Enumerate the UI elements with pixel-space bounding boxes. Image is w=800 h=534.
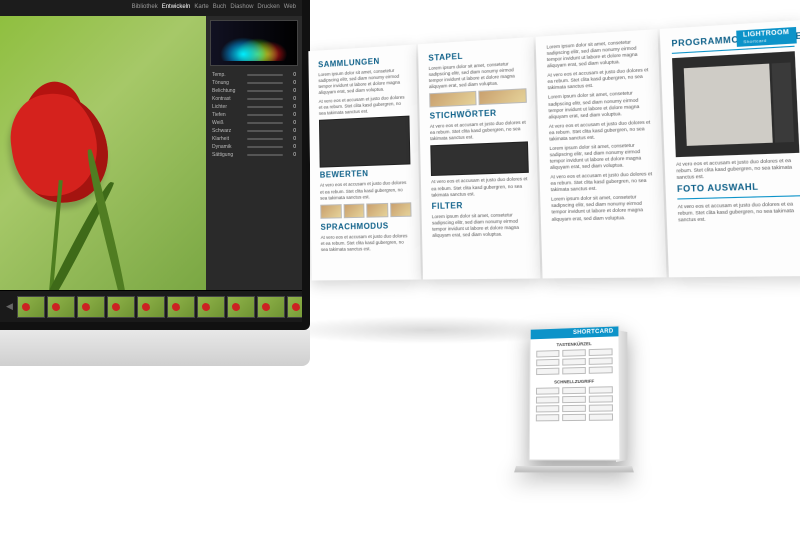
body-text: Lorem ipsum dolor sit amet, consetetur s… bbox=[318, 67, 409, 96]
body-text: Lorem ipsum dolor sit amet, consetetur s… bbox=[432, 211, 531, 238]
tent-title: SHORTCARD bbox=[531, 326, 619, 339]
tent-base bbox=[514, 466, 634, 472]
filmstrip-thumb[interactable] bbox=[197, 296, 225, 318]
slider-temp[interactable]: Temp.0 bbox=[212, 72, 296, 78]
main-photo-canvas[interactable] bbox=[0, 16, 206, 290]
table-row bbox=[536, 404, 613, 412]
body-text: At vero eos et accusam et justo duo dolo… bbox=[319, 95, 410, 118]
slider-shadows[interactable]: Tiefen0 bbox=[212, 112, 296, 118]
filmstrip-thumb[interactable] bbox=[107, 296, 135, 318]
slider-whites[interactable]: Weiß0 bbox=[212, 120, 296, 126]
slider-contrast[interactable]: Kontrast0 bbox=[212, 96, 296, 102]
reference-brochure: SAMMLUNGEN Lorem ipsum dolor sit amet, c… bbox=[308, 20, 800, 281]
module-tab-book[interactable]: Buch bbox=[213, 4, 227, 10]
tent-front: SHORTCARD TASTENKÜRZEL SCHNELLZUGRIFF bbox=[529, 325, 621, 460]
module-tab-map[interactable]: Karte bbox=[194, 4, 208, 10]
ui-screenshot-dark bbox=[430, 142, 529, 177]
brand-tab: LIGHTROOM Shortcard bbox=[736, 27, 797, 47]
table-row bbox=[536, 395, 613, 403]
heading-rule bbox=[677, 195, 800, 199]
body-text: At vero eos et accusam et justo duo dolo… bbox=[320, 180, 411, 201]
filmstrip-thumb[interactable] bbox=[167, 296, 195, 318]
histogram[interactable] bbox=[210, 20, 298, 66]
module-tab-library[interactable]: Bibliothek bbox=[132, 4, 158, 10]
heading-fotoauswahl: FOTO AUSWAHL bbox=[677, 181, 800, 194]
heading-filter: FILTER bbox=[432, 199, 530, 211]
filmstrip-thumb[interactable] bbox=[17, 296, 45, 318]
body-text: At vero eos et accusam et justo duo dolo… bbox=[678, 201, 800, 224]
monitor-bezel: Bibliothek Entwickeln Karte Buch Diashow… bbox=[0, 0, 310, 330]
tent-card: SHORTCARD TASTENKÜRZEL SCHNELLZUGRIFF bbox=[508, 326, 640, 486]
table-row bbox=[536, 413, 613, 421]
body-text: Lorem ipsum dolor sit amet, consetetur s… bbox=[548, 90, 652, 121]
module-tab-web[interactable]: Web bbox=[284, 4, 296, 10]
app-interface-screenshot bbox=[672, 51, 799, 157]
body-text: At vero eos et accusam et justo duo dolo… bbox=[321, 233, 413, 253]
body-text: Lorem ipsum dolor sit amet, consetetur s… bbox=[546, 38, 649, 69]
heading-sprachmodus: SPRACHMODUS bbox=[321, 220, 412, 231]
table-row bbox=[536, 357, 612, 366]
filmstrip-thumb[interactable] bbox=[77, 296, 105, 318]
imac-monitor: Bibliothek Entwickeln Karte Buch Diashow… bbox=[0, 0, 310, 390]
module-picker: Bibliothek Entwickeln Karte Buch Diashow… bbox=[0, 0, 302, 16]
slider-tint[interactable]: Tönung0 bbox=[212, 80, 296, 86]
brochure-page-3: Lorem ipsum dolor sit amet, consetetur s… bbox=[536, 29, 667, 278]
filmstrip-prev-icon[interactable]: ◀ bbox=[4, 301, 15, 312]
table-row bbox=[536, 386, 613, 394]
basic-sliders: Temp.0 Tönung0 Belichtung0 Kontrast0 Lic… bbox=[206, 70, 302, 290]
filmstrip-thumb[interactable] bbox=[137, 296, 165, 318]
body-text: At vero eos et accusam et justo duo dolo… bbox=[547, 67, 650, 92]
slider-blacks[interactable]: Schwarz0 bbox=[212, 128, 296, 134]
brochure-page-1: SAMMLUNGEN Lorem ipsum dolor sit amet, c… bbox=[308, 44, 421, 280]
slider-saturation[interactable]: Sättigung0 bbox=[212, 152, 296, 158]
filmstrip-thumb[interactable] bbox=[257, 296, 285, 318]
module-tab-print[interactable]: Drucken bbox=[257, 4, 279, 10]
slider-highlights[interactable]: Lichter0 bbox=[212, 104, 296, 110]
body-text: At vero eos et accusam et justo duo dolo… bbox=[676, 157, 800, 181]
tent-section-a: TASTENKÜRZEL bbox=[536, 340, 612, 347]
slider-vibrance[interactable]: Dynamik0 bbox=[212, 144, 296, 150]
slider-clarity[interactable]: Klarheit0 bbox=[212, 136, 296, 142]
slider-exposure[interactable]: Belichtung0 bbox=[212, 88, 296, 94]
monitor-chin bbox=[0, 330, 310, 366]
sample-thumb-row bbox=[429, 88, 527, 107]
ui-screenshot-dark bbox=[319, 116, 410, 168]
body-text: Lorem ipsum dolor sit amet, consetetur s… bbox=[429, 60, 527, 90]
develop-right-panel: Temp.0 Tönung0 Belichtung0 Kontrast0 Lic… bbox=[206, 16, 302, 290]
filmstrip-thumb[interactable] bbox=[227, 296, 255, 318]
filmstrip: ◀ ▶ bbox=[0, 290, 302, 322]
body-text: Lorem ipsum dolor sit amet, consetetur s… bbox=[549, 142, 653, 172]
body-text: Lorem ipsum dolor sit amet, consetetur s… bbox=[551, 194, 656, 223]
body-text: At vero eos et accusam et justo duo dolo… bbox=[431, 176, 529, 198]
body-text: At vero eos et accusam et justo duo dolo… bbox=[550, 171, 654, 194]
table-row bbox=[536, 366, 613, 375]
body-text: At vero eos et accusam et justo duo dolo… bbox=[430, 120, 528, 143]
brochure-page-2: STAPEL Lorem ipsum dolor sit amet, conse… bbox=[418, 37, 540, 280]
table-row bbox=[536, 348, 612, 357]
module-tab-slideshow[interactable]: Diashow bbox=[230, 4, 253, 10]
module-tab-develop[interactable]: Entwickeln bbox=[162, 4, 191, 10]
filmstrip-thumb[interactable] bbox=[47, 296, 75, 318]
tent-section-b: SCHNELLZUGRIFF bbox=[536, 378, 613, 385]
filmstrip-thumb[interactable] bbox=[287, 296, 302, 318]
brochure-page-4: LIGHTROOM Shortcard PROGRAMMOBERFLÄCHE A… bbox=[660, 20, 800, 277]
body-text: At vero eos et accusam et justo duo dolo… bbox=[549, 119, 653, 143]
sample-thumb-row bbox=[320, 202, 411, 219]
app-screen: Bibliothek Entwickeln Karte Buch Diashow… bbox=[0, 0, 302, 322]
heading-stichwoerter: STICHWÖRTER bbox=[430, 107, 528, 121]
heading-bewerten: BEWERTEN bbox=[320, 168, 411, 180]
work-area: Temp.0 Tönung0 Belichtung0 Kontrast0 Lic… bbox=[0, 16, 302, 290]
